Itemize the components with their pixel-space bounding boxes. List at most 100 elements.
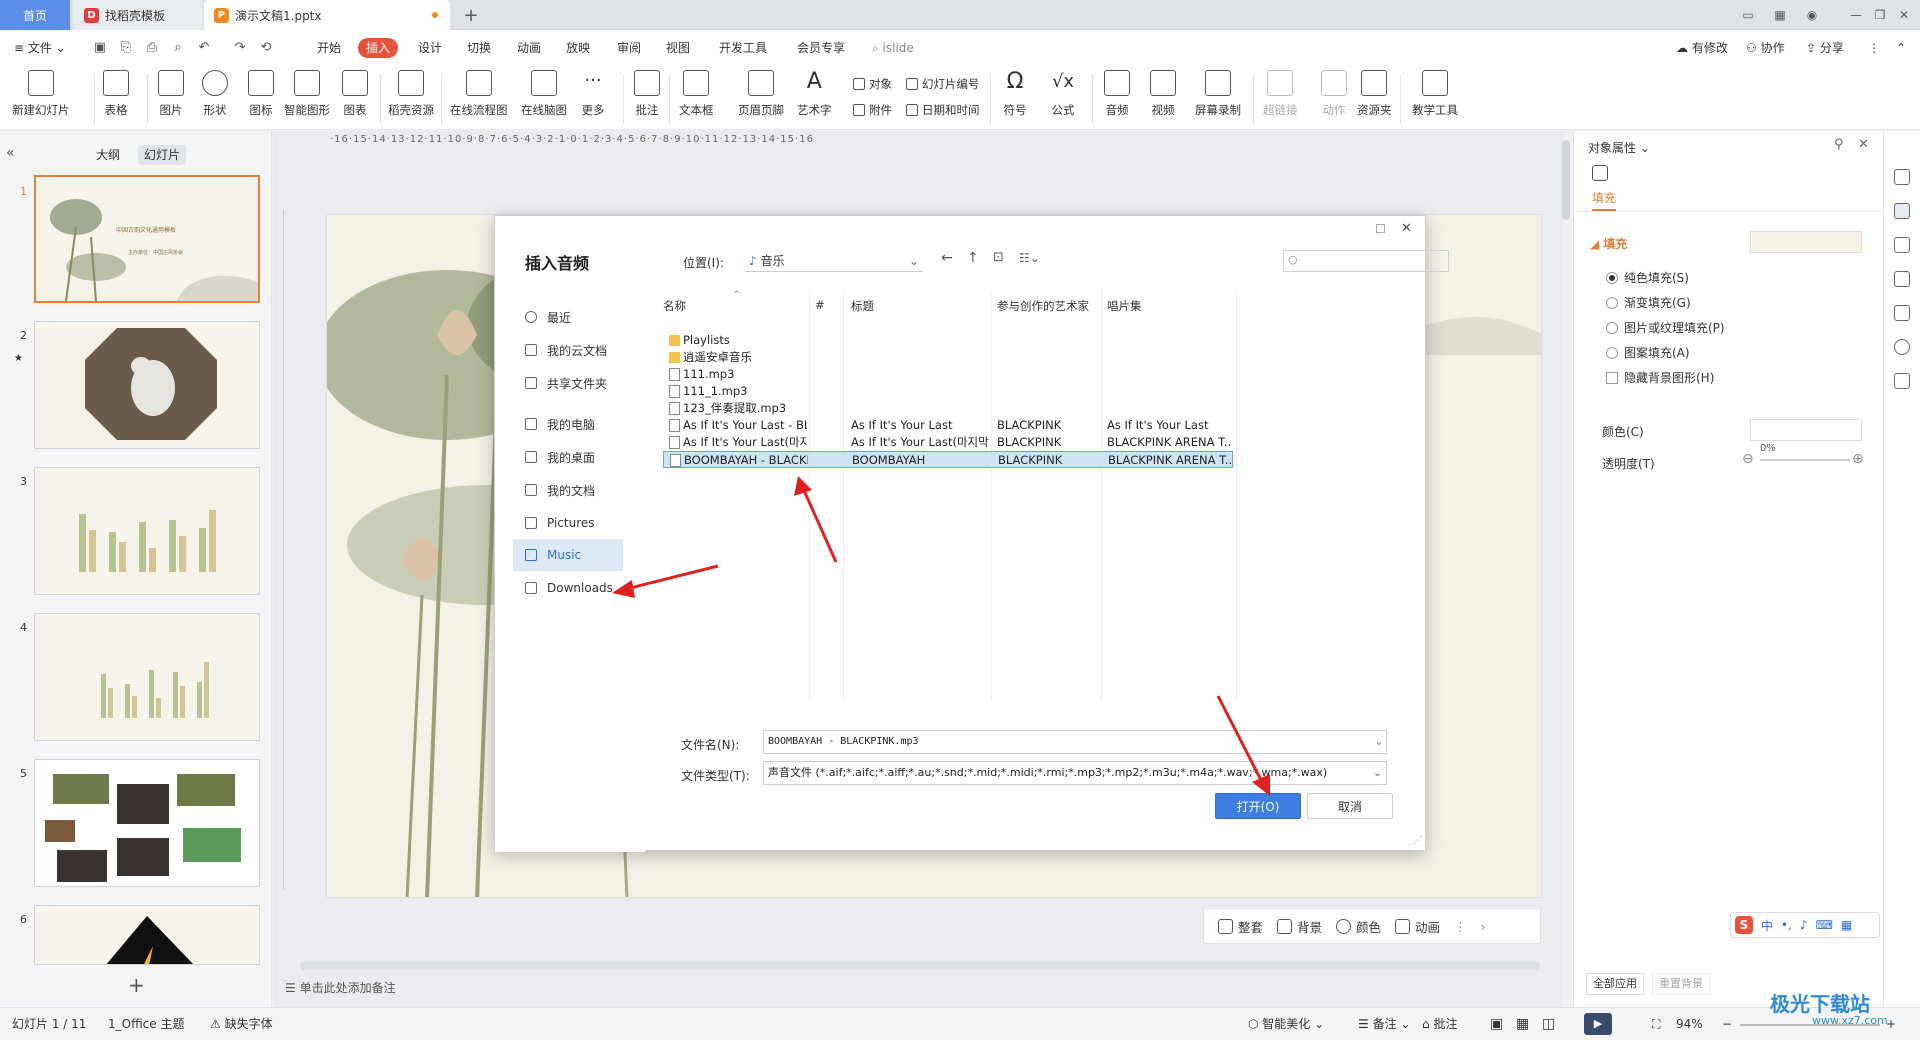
audio-button[interactable]: 音频 — [1104, 70, 1130, 118]
open-button[interactable]: 打开(O) — [1215, 793, 1301, 819]
collapse-ribbon-icon[interactable]: ⌃ — [1896, 30, 1906, 66]
menu-insert[interactable]: 插入 — [358, 38, 399, 58]
shape-button[interactable]: 形状 — [202, 70, 228, 118]
transparency-slider[interactable] — [1760, 459, 1850, 461]
back-icon[interactable]: ← — [941, 250, 953, 266]
slide-number-button[interactable]: 幻灯片编号 — [906, 76, 980, 92]
file-row[interactable]: 111_1.mp3 — [663, 383, 1233, 400]
sidebar-item-computer[interactable]: 我的电脑 — [513, 408, 623, 440]
slide-thumbnail-5[interactable] — [34, 759, 260, 887]
textbox-button[interactable]: 文本框 — [679, 70, 714, 118]
up-icon[interactable]: ↑ — [967, 250, 979, 266]
radio-pattern-fill[interactable]: 图案填充(A) — [1606, 344, 1690, 361]
location-dropdown[interactable]: ♪ 音乐 ⌄ — [745, 250, 923, 272]
full-set-button[interactable]: 整套 — [1218, 917, 1263, 936]
ime-mode[interactable]: 中 — [1761, 917, 1773, 934]
attachment-button[interactable]: 附件 — [853, 102, 892, 118]
pin-star-icon[interactable] — [1894, 237, 1910, 253]
animation-button[interactable]: 动画 — [1395, 917, 1440, 936]
menu-transition[interactable]: 切换 — [467, 30, 491, 66]
radio-gradient-fill[interactable]: 渐变填充(G) — [1606, 294, 1691, 311]
datetime-button[interactable]: 日期和时间 — [906, 102, 980, 118]
column-header-album[interactable]: 唱片集 — [1107, 298, 1142, 314]
symbol-button[interactable]: Ω 符号 — [1002, 70, 1028, 118]
menu-start[interactable]: 开始 — [317, 30, 341, 66]
formula-button[interactable]: √x 公式 — [1050, 70, 1076, 118]
color-button[interactable]: 颜色 — [1336, 917, 1381, 936]
keyboard-icon[interactable]: ⌨ — [1816, 918, 1833, 932]
column-header-number[interactable]: # — [815, 298, 825, 312]
notes-button[interactable]: ☰ 备注 ⌄ — [1358, 1008, 1410, 1040]
horizontal-scrollbar[interactable] — [300, 962, 1540, 970]
menu-view[interactable]: 视图 — [666, 30, 690, 66]
slide-thumbnail-3[interactable] — [34, 467, 260, 595]
properties-icon[interactable] — [1894, 203, 1910, 219]
fit-icon[interactable]: ⛶ — [1652, 1008, 1660, 1040]
dialog-close-icon[interactable]: ✕ — [1401, 221, 1412, 236]
zoom-out-icon[interactable]: − — [1722, 1008, 1732, 1040]
file-row[interactable]: 111.mp3 — [663, 366, 1233, 383]
smartart-button[interactable]: 智能图形 — [284, 70, 330, 118]
missing-font-button[interactable]: ⚠ 缺失字体 — [210, 1008, 273, 1040]
radio-solid-fill[interactable]: 纯色填充(S) — [1606, 269, 1689, 286]
sidebar-item-shared[interactable]: 共享文件夹 — [513, 367, 623, 399]
header-footer-button[interactable]: 页眉页脚 — [738, 70, 784, 118]
action-button[interactable]: 动作 — [1321, 70, 1347, 118]
icon-button[interactable]: 图标 — [248, 70, 274, 118]
picture-button[interactable]: 图片 — [158, 70, 184, 118]
screen-record-button[interactable]: 屏幕录制 — [1195, 70, 1241, 118]
fill-section-header[interactable]: ◢ 填充 — [1590, 235, 1627, 252]
sidebar-item-documents[interactable]: 我的文档 — [513, 474, 623, 506]
add-slide-icon[interactable]: + — [128, 973, 145, 997]
save-icon[interactable]: ▣ — [92, 40, 108, 56]
filetype-dropdown[interactable]: 声音文件 (*.aif;*.aifc;*.aiff;*.au;*.snd;*.m… — [763, 761, 1387, 785]
pin-icon[interactable]: ⚲ — [1834, 137, 1844, 152]
radio-picture-fill[interactable]: 图片或纹理填充(P) — [1606, 319, 1725, 336]
teaching-tools-button[interactable]: 教学工具 — [1412, 70, 1458, 118]
rocket-icon[interactable] — [1894, 169, 1910, 185]
print-icon[interactable]: ⎙ — [144, 40, 160, 56]
file-row[interactable]: As If It's Your Last - BLA... As If It's… — [663, 417, 1233, 434]
file-row[interactable]: 逍遥安卓音乐 — [663, 349, 1233, 366]
apply-all-button[interactable]: 全部应用 — [1586, 973, 1644, 995]
menu-developer[interactable]: 开发工具 — [719, 30, 767, 66]
plus-icon[interactable]: ⊕ — [1852, 451, 1864, 467]
grid-icon[interactable]: ▦ — [1766, 0, 1794, 30]
slide-thumbnail-4[interactable] — [34, 613, 260, 741]
sidebar-item-downloads[interactable]: Downloads — [513, 572, 623, 604]
preview-icon[interactable]: ⌕ — [170, 40, 186, 56]
modified-button[interactable]: ☁ 有修改 — [1676, 30, 1728, 66]
hide-bg-checkbox[interactable]: 隐藏背景图形(H) — [1606, 369, 1714, 386]
tab-outline[interactable]: 大纲 — [90, 145, 126, 165]
search-input[interactable]: ○ — [1283, 250, 1449, 272]
comments-button[interactable]: ⌂ 批注 — [1422, 1008, 1457, 1040]
minus-icon[interactable]: ⊖ — [1742, 451, 1754, 467]
maximize-icon[interactable]: ☐ — [1375, 222, 1386, 236]
menu-review[interactable]: 审阅 — [617, 30, 641, 66]
file-row[interactable]: 123_伴奏提取.mp3 — [663, 400, 1233, 417]
tab-home[interactable]: 首页 — [0, 0, 70, 30]
column-header-title[interactable]: 标题 — [851, 298, 874, 314]
play-slideshow-button[interactable]: ▶ — [1584, 1013, 1612, 1035]
reset-background-button[interactable]: 重置背景 — [1652, 973, 1710, 995]
file-menu[interactable]: ≡ 文件 ⌄ — [14, 30, 66, 66]
menu-design[interactable]: 设计 — [418, 30, 442, 66]
wordart-button[interactable]: A 艺术字 — [797, 70, 832, 118]
slide-thumbnail-6[interactable] — [34, 905, 260, 965]
microphone-icon[interactable]: ♪ — [1800, 918, 1808, 932]
normal-view-icon[interactable]: ▣ — [1490, 1008, 1503, 1040]
vertical-scrollbar[interactable] — [1562, 140, 1570, 220]
cancel-button[interactable]: 取消 — [1307, 793, 1393, 819]
new-slide-button[interactable]: 新建幻灯片 — [12, 70, 70, 118]
sidebar-item-pictures[interactable]: Pictures — [513, 507, 623, 539]
reading-view-icon[interactable]: ◫ — [1542, 1008, 1555, 1040]
slide-thumbnail-1[interactable]: 中国古韵文化通用模板 主办单位：中国古风协会 — [34, 175, 260, 303]
sorter-view-icon[interactable]: ▦ — [1516, 1008, 1529, 1040]
sidebar-item-desktop[interactable]: 我的桌面 — [513, 441, 623, 473]
redo-icon[interactable]: ↷ — [232, 40, 248, 56]
menu-member[interactable]: 会员专享 — [797, 30, 845, 66]
undo-icon[interactable]: ↶ — [196, 40, 212, 56]
table-button[interactable]: 表格 — [103, 70, 129, 118]
resource-folder-button[interactable]: 资源夹 — [1357, 70, 1392, 118]
sidebar-item-recent[interactable]: 最近 — [513, 301, 623, 333]
